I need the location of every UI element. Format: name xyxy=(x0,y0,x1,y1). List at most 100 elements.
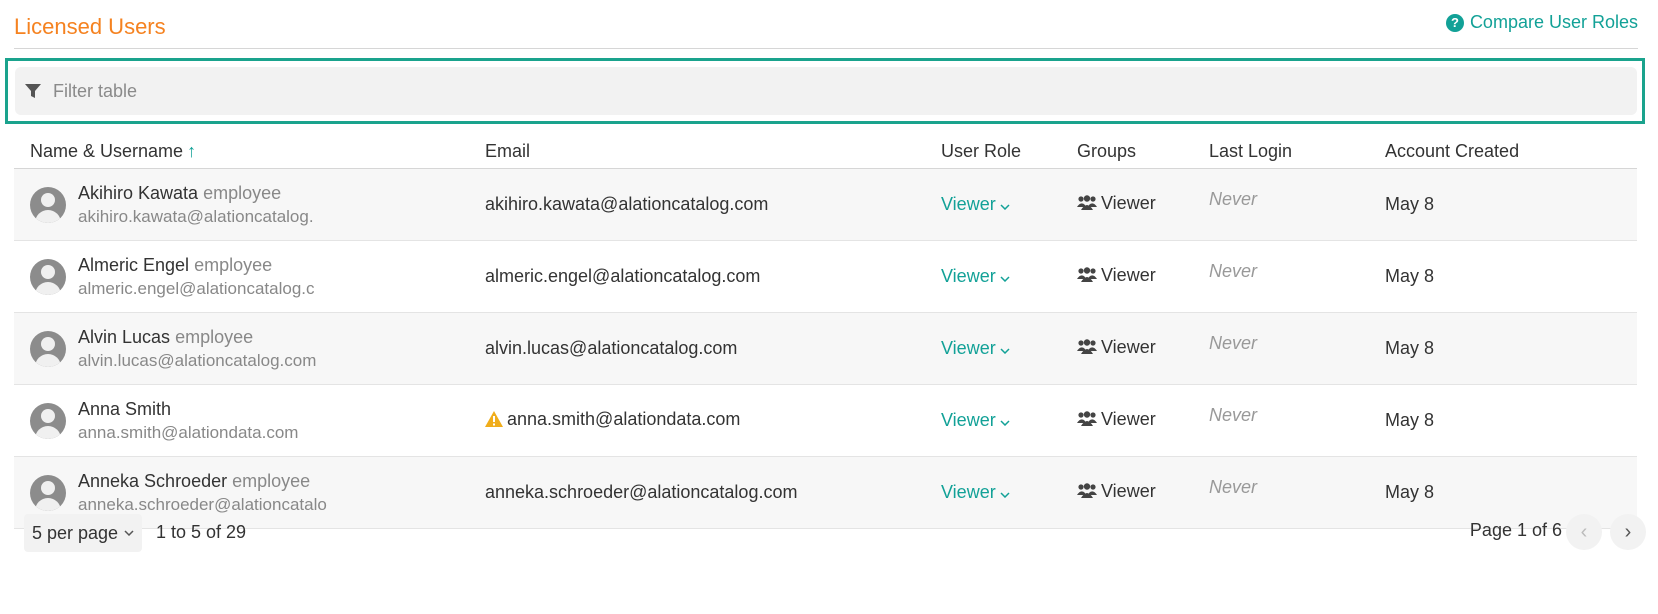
account-created-cell: May 8 xyxy=(1385,240,1637,313)
username: anna.smith@alationdata.com xyxy=(78,422,299,442)
user-role-dropdown[interactable]: Viewer xyxy=(941,410,1010,430)
user-role-dropdown[interactable]: Viewer xyxy=(941,266,1010,286)
warning-icon xyxy=(485,411,503,432)
last-login-cell: Never xyxy=(1209,312,1385,385)
column-header-email[interactable]: Email xyxy=(485,134,941,169)
table-row: Akihiro Kawata employee akihiro.kawata@al… xyxy=(14,168,1637,241)
email-value: akihiro.kawata@alationcatalog.com xyxy=(485,194,769,214)
user-full-name[interactable]: Almeric Engel xyxy=(78,255,189,275)
user-role-cell: Viewer xyxy=(941,240,1077,313)
column-header-account-created[interactable]: Account Created xyxy=(1385,134,1637,169)
account-created-value: May 8 xyxy=(1385,266,1435,286)
groups-cell: Viewer xyxy=(1077,168,1209,241)
user-role-dropdown[interactable]: Viewer xyxy=(941,194,1010,214)
chevron-down-icon xyxy=(1000,415,1010,429)
column-header-last-login[interactable]: Last Login xyxy=(1209,134,1385,169)
group-value: Viewer xyxy=(1101,337,1156,357)
table-row: Alvin Lucas employee alvin.lucas@alationc… xyxy=(14,312,1637,385)
email-cell: almeric.engel@alationcatalog.com xyxy=(485,240,941,313)
account-created-value: May 8 xyxy=(1385,410,1435,430)
filter-icon xyxy=(25,83,41,99)
email-cell: akihiro.kawata@alationcatalog.com xyxy=(485,168,941,241)
groups-cell: Viewer xyxy=(1077,312,1209,385)
chevron-down-icon xyxy=(124,530,134,536)
chevron-down-icon xyxy=(1000,199,1010,213)
chevron-down-icon xyxy=(1000,343,1010,357)
last-login-value: Never xyxy=(1209,189,1258,209)
column-header-name[interactable]: Name & Username ↑ xyxy=(14,134,485,169)
per-page-select[interactable]: 5 per page xyxy=(24,514,143,552)
last-login-cell: Never xyxy=(1209,384,1385,457)
user-type-tag: employee xyxy=(175,326,254,347)
username: akihiro.kawata@alationcatalog. xyxy=(78,206,314,226)
column-header-groups[interactable]: Groups xyxy=(1077,134,1209,169)
name-cell: Alvin Lucas employee alvin.lucas@alationc… xyxy=(14,312,485,385)
per-page-label: 5 per page xyxy=(32,522,119,543)
sort-up-arrow-icon: ↑ xyxy=(187,140,197,161)
email-cell: alvin.lucas@alationcatalog.com xyxy=(485,312,941,385)
last-login-cell: Never xyxy=(1209,240,1385,313)
user-full-name[interactable]: Akihiro Kawata xyxy=(78,183,198,203)
account-created-cell: May 8 xyxy=(1385,384,1637,457)
user-role-value: Viewer xyxy=(941,194,996,214)
user-role-cell: Viewer xyxy=(941,168,1077,241)
user-full-name-line: Anna Smith xyxy=(78,399,328,420)
email-value: alvin.lucas@alationcatalog.com xyxy=(485,338,738,358)
question-circle-icon: ? xyxy=(1445,13,1464,32)
last-login-value: Never xyxy=(1209,477,1258,497)
page-title: Licensed Users xyxy=(14,14,166,39)
group-icon xyxy=(1077,411,1097,432)
user-avatar-icon xyxy=(30,258,66,295)
previous-page-button[interactable]: ‹ xyxy=(1566,514,1602,550)
pagination-bar: 5 per page 1 to 5 of 29 Page 1 of 6 ‹ › xyxy=(0,502,1658,582)
next-page-button[interactable]: › xyxy=(1610,514,1646,550)
account-created-cell: May 8 xyxy=(1385,312,1637,385)
column-header-user-role[interactable]: User Role xyxy=(941,134,1077,169)
user-role-value: Viewer xyxy=(941,266,996,286)
user-full-name-line: Almeric Engel employee xyxy=(78,255,328,276)
group-icon xyxy=(1077,195,1097,216)
last-login-cell: Never xyxy=(1209,168,1385,241)
user-avatar-icon xyxy=(30,402,66,439)
filter-table-input[interactable] xyxy=(51,79,1615,103)
user-type-tag: employee xyxy=(232,470,311,491)
table-header-row: Name & Username ↑ Email User Role Groups … xyxy=(14,134,1637,169)
user-type-tag: employee xyxy=(203,182,282,203)
group-value: Viewer xyxy=(1101,409,1156,429)
users-table: Name & Username ↑ Email User Role Groups … xyxy=(14,134,1637,529)
last-login-value: Never xyxy=(1209,261,1258,281)
account-created-value: May 8 xyxy=(1385,194,1435,214)
user-avatar-icon xyxy=(30,330,66,367)
chevron-down-icon xyxy=(1000,487,1010,501)
username: alvin.lucas@alationcatalog.com xyxy=(78,350,317,370)
chevron-left-icon: ‹ xyxy=(1580,520,1588,543)
last-login-value: Never xyxy=(1209,405,1258,425)
user-full-name[interactable]: Anna Smith xyxy=(78,399,171,419)
groups-cell: Viewer xyxy=(1077,384,1209,457)
user-full-name[interactable]: Anneka Schroeder xyxy=(78,471,227,491)
user-role-value: Viewer xyxy=(941,482,996,502)
user-full-name[interactable]: Alvin Lucas xyxy=(78,327,170,347)
compare-user-roles-link[interactable]: ? Compare User Roles xyxy=(1445,12,1638,33)
group-icon xyxy=(1077,339,1097,360)
table-row: Anna Smith anna.smith@alationdata.com anna… xyxy=(14,384,1637,457)
table-row: Almeric Engel employee almeric.engel@alat… xyxy=(14,240,1637,313)
group-icon xyxy=(1077,483,1097,504)
account-created-value: May 8 xyxy=(1385,338,1435,358)
user-role-dropdown[interactable]: Viewer xyxy=(941,482,1010,502)
user-full-name-line: Alvin Lucas employee xyxy=(78,327,328,348)
user-role-dropdown[interactable]: Viewer xyxy=(941,338,1010,358)
user-avatar-icon xyxy=(30,186,66,223)
page-header: Licensed Users ? Compare User Roles xyxy=(14,0,1638,49)
user-role-cell: Viewer xyxy=(941,384,1077,457)
group-value: Viewer xyxy=(1101,265,1156,285)
chevron-down-icon xyxy=(1000,271,1010,285)
group-value: Viewer xyxy=(1101,481,1156,501)
user-role-value: Viewer xyxy=(941,410,996,430)
chevron-right-icon: › xyxy=(1624,520,1632,543)
name-cell: Almeric Engel employee almeric.engel@alat… xyxy=(14,240,485,313)
group-icon xyxy=(1077,267,1097,288)
account-created-cell: May 8 xyxy=(1385,168,1637,241)
column-header-name-label: Name & Username xyxy=(30,140,184,161)
user-type-tag: employee xyxy=(194,254,273,275)
